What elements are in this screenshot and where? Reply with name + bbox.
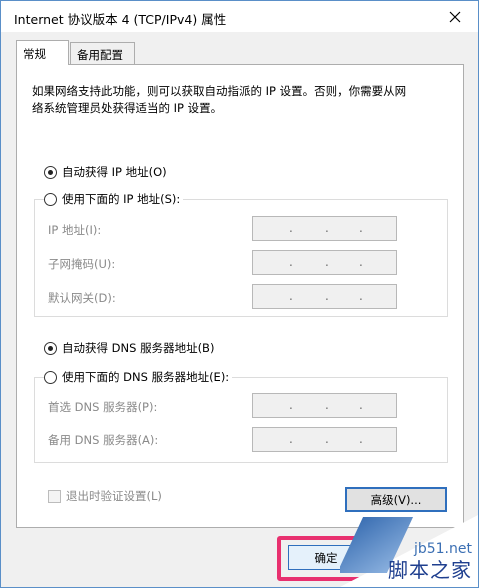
subnet-mask-separator: .	[325, 255, 329, 269]
auto-ip-radio-option[interactable]: 自动获得 IP 地址(O)	[44, 164, 167, 180]
description-line-2: 络系统管理员处获得适当的 IP 设置。	[32, 101, 223, 115]
subnet-mask-input: . . .	[252, 250, 397, 275]
preferred-dns-label: 首选 DNS 服务器(P):	[48, 400, 158, 414]
auto-dns-radio-option[interactable]: 自动获得 DNS 服务器地址(B)	[44, 340, 214, 356]
advanced-button[interactable]: 高级(V)...	[345, 487, 447, 512]
close-button[interactable]	[438, 3, 472, 30]
tab-alternate-configuration[interactable]: 备用配置	[70, 42, 135, 65]
watermark-name: 脚本之家	[388, 558, 472, 582]
manual-ip-radio-option[interactable]: 使用下面的 IP 地址(S):	[44, 191, 184, 207]
validate-settings-checkbox	[48, 489, 61, 503]
manual-dns-label: 使用下面的 DNS 服务器地址(E):	[62, 370, 230, 384]
validate-settings-option: 退出时验证设置(L)	[48, 488, 162, 504]
manual-ip-label: 使用下面的 IP 地址(S):	[62, 192, 181, 206]
auto-ip-label: 自动获得 IP 地址(O)	[62, 165, 167, 179]
ip-address-separator: .	[289, 221, 293, 235]
watermark: jb51.net 脚本之家	[340, 515, 478, 587]
close-icon	[449, 11, 461, 22]
alternate-dns-separator: .	[325, 432, 329, 446]
preferred-dns-separator: .	[359, 398, 363, 412]
title-bar[interactable]: Internet 协议版本 4 (TCP/IPv4) 属性	[1, 1, 478, 32]
description-line-1: 如果网络支持此功能，则可以获取自动指派的 IP 设置。否则，你需要从网	[32, 84, 407, 98]
default-gateway-separator: .	[359, 289, 363, 303]
ip-address-separator: .	[325, 221, 329, 235]
auto-dns-radio[interactable]	[44, 341, 57, 355]
alternate-dns-input: . . .	[252, 427, 397, 452]
alternate-dns-separator: .	[359, 432, 363, 446]
preferred-dns-separator: .	[289, 398, 293, 412]
default-gateway-input: . . .	[252, 284, 397, 309]
alternate-dns-label: 备用 DNS 服务器(A):	[48, 433, 159, 447]
default-gateway-separator: .	[289, 289, 293, 303]
ip-address-input: . . .	[252, 216, 397, 241]
preferred-dns-input: . . .	[252, 393, 397, 418]
auto-dns-label: 自动获得 DNS 服务器地址(B)	[62, 341, 215, 355]
window-title: Internet 协议版本 4 (TCP/IPv4) 属性	[14, 12, 227, 27]
tab-general[interactable]: 常规	[16, 40, 69, 65]
description-text: 如果网络支持此功能，则可以获取自动指派的 IP 设置。否则，你需要从网 络系统管…	[32, 83, 452, 117]
ip-address-separator: .	[359, 221, 363, 235]
general-tab-panel: 如果网络支持此功能，则可以获取自动指派的 IP 设置。否则，你需要从网 络系统管…	[16, 64, 464, 528]
preferred-dns-separator: .	[325, 398, 329, 412]
manual-dns-radio-option[interactable]: 使用下面的 DNS 服务器地址(E):	[44, 369, 233, 385]
subnet-mask-separator: .	[359, 255, 363, 269]
manual-dns-radio[interactable]	[44, 370, 57, 384]
tcpip-properties-dialog: Internet 协议版本 4 (TCP/IPv4) 属性 常规 备用配置 如果…	[0, 0, 479, 588]
subnet-mask-separator: .	[289, 255, 293, 269]
ip-address-label: IP 地址(I):	[48, 223, 102, 237]
alternate-dns-separator: .	[289, 432, 293, 446]
validate-settings-label: 退出时验证设置(L)	[66, 489, 162, 503]
default-gateway-label: 默认网关(D):	[48, 291, 116, 305]
auto-ip-radio[interactable]	[44, 165, 57, 179]
default-gateway-separator: .	[325, 289, 329, 303]
manual-ip-radio[interactable]	[44, 192, 57, 206]
subnet-mask-label: 子网掩码(U):	[48, 257, 116, 271]
